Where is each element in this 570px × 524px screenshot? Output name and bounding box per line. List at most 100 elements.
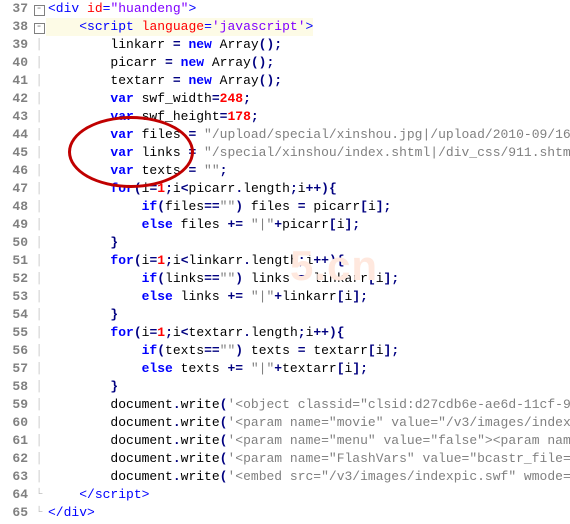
code-line[interactable]: 56│ if(texts=="") texts = textarr[i];: [0, 342, 570, 360]
code-line[interactable]: 40│ picarr = new Array();: [0, 54, 570, 72]
code-content[interactable]: var swf_height=178;: [46, 108, 259, 126]
token: =: [188, 127, 204, 142]
code-line[interactable]: 60│ document.write('<param name="movie" …: [0, 414, 570, 432]
fold-line-icon: │: [36, 417, 43, 429]
token: ();: [259, 37, 282, 52]
code-content[interactable]: var files = "/upload/special/xinshou.jpg…: [46, 126, 570, 144]
token: for: [110, 181, 133, 196]
token: textarr: [282, 361, 337, 376]
token: ;: [243, 91, 251, 106]
token: .: [173, 433, 181, 448]
code-content[interactable]: linkarr = new Array();: [46, 36, 282, 54]
fold-collapse-icon[interactable]: -: [34, 5, 45, 16]
code-content[interactable]: if(files=="") files = picarr[i];: [46, 198, 391, 216]
code-content[interactable]: var swf_width=248;: [46, 90, 251, 108]
code-content[interactable]: for(i=1;i<linkarr.length;i++){: [46, 252, 345, 270]
code-content[interactable]: document.write('<param name="movie" valu…: [46, 414, 570, 432]
code-content[interactable]: }: [46, 306, 118, 324]
code-line[interactable]: 37-<div id="huandeng">: [0, 0, 570, 18]
fold-collapse-icon[interactable]: -: [34, 23, 45, 34]
code-content[interactable]: </script>: [46, 486, 149, 504]
token: new: [181, 55, 204, 70]
token: document: [110, 415, 172, 430]
code-editor[interactable]: 37-<div id="huandeng">38- <script langua…: [0, 0, 570, 522]
code-line[interactable]: 54│ }: [0, 306, 570, 324]
code-content[interactable]: for(i=1;i<textarr.length;i++){: [46, 324, 345, 342]
code-line[interactable]: 39│ linkarr = new Array();: [0, 36, 570, 54]
code-content[interactable]: }: [46, 234, 118, 252]
token: '<embed src="/v3/images/indexpic.swf" wm…: [227, 469, 570, 484]
code-line[interactable]: 58│ }: [0, 378, 570, 396]
code-line[interactable]: 64└ </script>: [0, 486, 570, 504]
fold-gutter[interactable]: -: [32, 18, 46, 36]
code-line[interactable]: 53│ else links += "|"+linkarr[i];: [0, 288, 570, 306]
token: Array: [212, 73, 259, 88]
code-line[interactable]: 38- <script language='javascript'>: [0, 18, 570, 36]
code-line[interactable]: 48│ if(files=="") files = picarr[i];: [0, 198, 570, 216]
code-content[interactable]: for(i=1;i<picarr.length;i++){: [46, 180, 337, 198]
fold-line-icon: │: [36, 273, 43, 285]
code-line[interactable]: 44│ var files = "/upload/special/xinshou…: [0, 126, 570, 144]
code-content[interactable]: textarr = new Array();: [46, 72, 282, 90]
token: (: [134, 181, 142, 196]
token: (: [134, 325, 142, 340]
code-line[interactable]: 42│ var swf_width=248;: [0, 90, 570, 108]
token: textarr: [189, 325, 244, 340]
code-line[interactable]: 55│ for(i=1;i<textarr.length;i++){: [0, 324, 570, 342]
token: }: [110, 379, 118, 394]
code-content[interactable]: else texts += "|"+textarr[i];: [46, 360, 368, 378]
line-number: 64: [0, 486, 32, 504]
token: i: [368, 199, 376, 214]
fold-gutter: │: [32, 108, 46, 126]
fold-gutter: │: [32, 36, 46, 54]
fold-gutter: │: [32, 306, 46, 324]
code-content[interactable]: }: [46, 378, 118, 396]
code-line[interactable]: 47│ for(i=1;i<picarr.length;i++){: [0, 180, 570, 198]
token: =: [298, 199, 314, 214]
code-line[interactable]: 52│ if(links=="") links = linkarr[i];: [0, 270, 570, 288]
fold-gutter: │: [32, 162, 46, 180]
code-line[interactable]: 61│ document.write('<param name="menu" v…: [0, 432, 570, 450]
token: ++){: [313, 253, 344, 268]
token: texts: [165, 343, 204, 358]
fold-line-icon: │: [36, 183, 43, 195]
code-content[interactable]: picarr = new Array();: [46, 54, 274, 72]
code-line[interactable]: 63│ document.write('<embed src="/v3/imag…: [0, 468, 570, 486]
line-number: 49: [0, 216, 32, 234]
code-content[interactable]: else files += "|"+picarr[i];: [46, 216, 360, 234]
token: else: [142, 217, 173, 232]
fold-gutter: │: [32, 144, 46, 162]
code-content[interactable]: <script language='javascript'>: [46, 18, 313, 36]
code-line[interactable]: 49│ else files += "|"+picarr[i];: [0, 216, 570, 234]
code-content[interactable]: document.write('<object classid="clsid:d…: [46, 396, 570, 414]
code-line[interactable]: 59│ document.write('<object classid="cls…: [0, 396, 570, 414]
code-line[interactable]: 43│ var swf_height=178;: [0, 108, 570, 126]
token: files: [251, 199, 298, 214]
token: .: [173, 469, 181, 484]
code-content[interactable]: <div id="huandeng">: [46, 0, 196, 18]
code-content[interactable]: else links += "|"+linkarr[i];: [46, 288, 368, 306]
code-content[interactable]: if(texts=="") texts = textarr[i];: [46, 342, 399, 360]
code-content[interactable]: var texts = "";: [46, 162, 227, 180]
token: var: [110, 163, 133, 178]
code-content[interactable]: if(links=="") links = linkarr[i];: [46, 270, 399, 288]
token: <: [181, 181, 189, 196]
code-line[interactable]: 46│ var texts = "";: [0, 162, 570, 180]
code-line[interactable]: 65└</div>: [0, 504, 570, 522]
token: .: [173, 451, 181, 466]
code-line[interactable]: 45│ var links = "/special/xinshou/index.…: [0, 144, 570, 162]
fold-gutter[interactable]: -: [32, 0, 46, 18]
code-line[interactable]: 51│ for(i=1;i<linkarr.length;i++){: [0, 252, 570, 270]
code-line[interactable]: 50│ }: [0, 234, 570, 252]
token: swf_height: [134, 109, 220, 124]
fold-line-icon: │: [36, 93, 43, 105]
token: (: [157, 343, 165, 358]
code-line[interactable]: 62│ document.write('<param name="FlashVa…: [0, 450, 570, 468]
code-content[interactable]: var links = "/special/xinshou/index.shtm…: [46, 144, 570, 162]
code-line[interactable]: 41│ textarr = new Array();: [0, 72, 570, 90]
code-content[interactable]: document.write('<param name="menu" value…: [46, 432, 570, 450]
code-content[interactable]: document.write('<embed src="/v3/images/i…: [46, 468, 570, 486]
code-content[interactable]: document.write('<param name="FlashVars" …: [46, 450, 570, 468]
code-line[interactable]: 57│ else texts += "|"+textarr[i];: [0, 360, 570, 378]
code-content[interactable]: </div>: [46, 504, 95, 522]
